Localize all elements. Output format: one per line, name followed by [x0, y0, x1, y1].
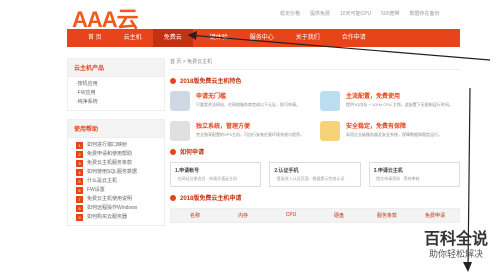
arrow-head-icon	[463, 262, 472, 272]
watermark-main: 百科全说	[423, 231, 488, 248]
watermark-sub: 助你轻松解决	[428, 249, 483, 259]
arrow-line	[187, 34, 491, 61]
page: AAA云 稳定价格 提供免费 10天可能CPU 500宽带 数据存在备份 首 页…	[0, 0, 500, 278]
watermark: 百科全说 助你轻松解决	[424, 225, 488, 260]
arrow-head-icon	[188, 31, 197, 40]
